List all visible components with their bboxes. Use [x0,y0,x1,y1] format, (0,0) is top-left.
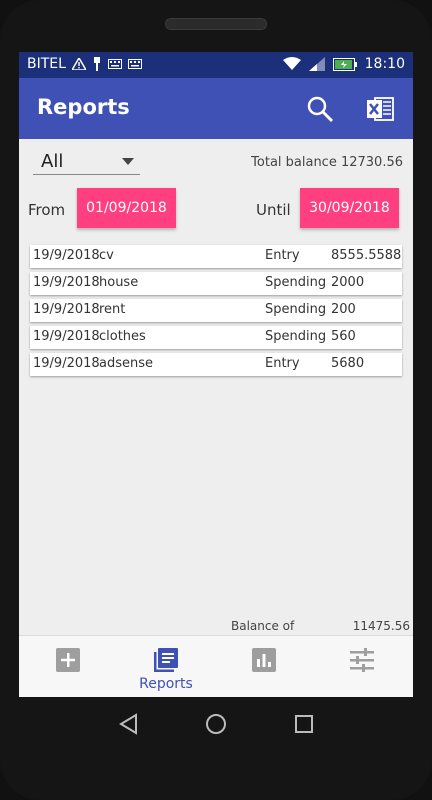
row-date: 19/9/2018 [33,248,100,263]
nav-chart[interactable] [215,636,313,697]
reports-icon [154,648,178,672]
add-icon [56,648,80,672]
carrier-name: BITEL [27,56,66,72]
dropdown-arrow-icon [122,158,134,165]
row-description: house [99,275,139,290]
table-row[interactable]: 19/9/2018 house Spending 2000 [30,272,402,295]
row-amount: 2000 [331,275,365,290]
recents-icon[interactable] [294,714,314,734]
row-type: Spending [265,302,327,317]
clock: 18:10 [364,56,405,72]
row-amount: 5680 [331,356,365,371]
balance-value: 11475.56 [352,619,410,633]
report-content: All Total balance 12730.56 From 01/09/20… [19,139,413,635]
app-bar: Reports [19,78,413,139]
row-date: 19/9/2018 [33,329,100,344]
nav-add[interactable] [19,636,117,697]
until-date-button[interactable]: 30/09/2018 [300,188,399,228]
table-row[interactable]: 19/9/2018 rent Spending 200 [30,299,402,322]
home-icon[interactable] [205,713,227,735]
usb-icon [93,57,100,71]
keyboard-icon-2 [127,59,142,69]
table-row[interactable]: 19/9/2018 cv Entry 8555.5588 [30,245,402,268]
wifi-icon [282,57,301,70]
bottom-navigation: Reports [19,635,413,697]
category-dropdown[interactable]: All [33,150,140,175]
row-date: 19/9/2018 [33,302,100,317]
nav-settings[interactable] [313,636,411,697]
back-icon[interactable] [118,713,138,735]
row-amount: 560 [331,329,356,344]
warning-icon [71,58,86,70]
row-description: clothes [99,329,146,344]
row-description: adsense [99,356,153,371]
row-amount: 200 [331,302,356,317]
transaction-list: 19/9/2018 cv Entry 8555.5588 19/9/2018 h… [30,245,402,380]
page-title: Reports [37,95,130,119]
keyboard-icon [107,59,122,69]
search-icon [307,96,334,123]
table-row[interactable]: 19/9/2018 adsense Entry 5680 [30,353,402,376]
export-excel-button[interactable] [363,92,397,126]
nav-reports[interactable]: Reports [117,636,215,697]
settings-sliders-icon [350,648,374,672]
nav-reports-label: Reports [139,676,193,692]
speaker-grille [165,18,267,30]
phone-frame: BITEL 18:10 Reports All Total balance 12… [0,0,432,800]
search-button[interactable] [303,92,337,126]
balance-label: Balance of [231,619,295,633]
row-description: rent [99,302,126,317]
status-bar: BITEL 18:10 [19,52,413,78]
screen: BITEL 18:10 Reports All Total balance 12… [19,52,413,697]
from-label: From [28,201,66,219]
system-navigation-bar [0,697,432,753]
row-type: Spending [265,275,327,290]
until-label: Until [256,201,291,219]
row-description: cv [99,248,114,263]
row-type: Entry [265,248,300,263]
battery-icon [332,57,357,71]
row-date: 19/9/2018 [33,275,100,290]
signal-icon [308,57,325,71]
table-row[interactable]: 19/9/2018 clothes Spending 560 [30,326,402,349]
chart-icon [252,648,276,672]
row-date: 19/9/2018 [33,356,100,371]
excel-icon [367,97,394,121]
category-selected: All [41,151,64,172]
row-type: Entry [265,356,300,371]
row-type: Spending [265,329,327,344]
row-amount: 8555.5588 [331,248,402,263]
total-balance: Total balance 12730.56 [251,155,403,170]
from-date-button[interactable]: 01/09/2018 [77,188,176,228]
